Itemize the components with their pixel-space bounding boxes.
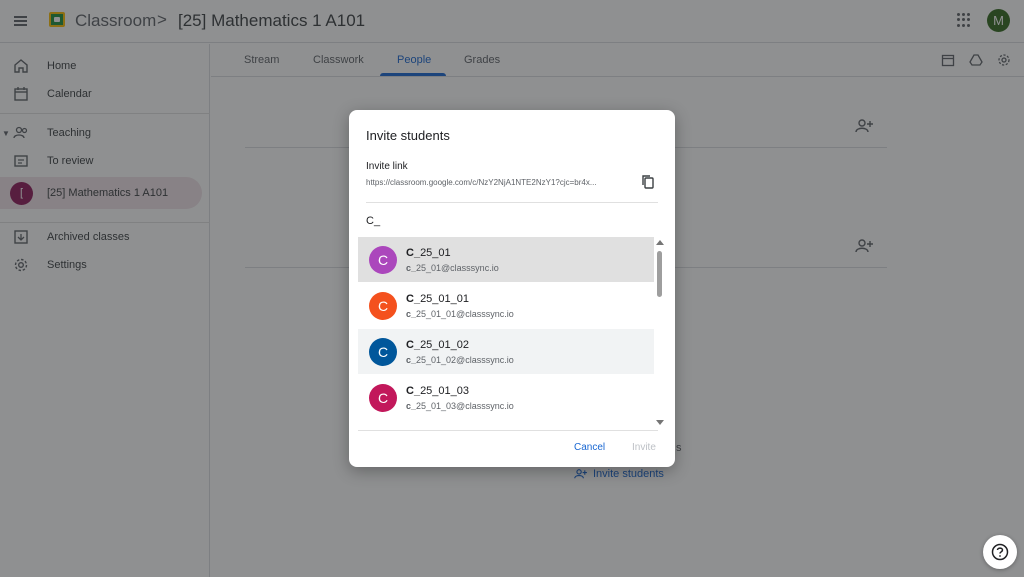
dialog-title: Invite students — [366, 128, 450, 143]
help-icon — [991, 543, 1009, 561]
email-rest: 25_01_02@classsync.io — [416, 355, 514, 365]
name-rest: 25_01_03 — [420, 385, 470, 397]
result-name: C_25_01 — [406, 247, 451, 259]
result-name: C_25_01_03 — [406, 385, 469, 397]
avatar: C — [369, 384, 397, 412]
name-match: C_ — [406, 339, 421, 351]
email-rest: 25_01_01@classsync.io — [416, 309, 514, 319]
help-button[interactable] — [983, 535, 1017, 569]
email-match: c_ — [406, 263, 417, 273]
dialog-footer-divider — [358, 430, 658, 431]
email-rest: 25_01@classsync.io — [416, 263, 499, 273]
invite-button[interactable]: Invite — [632, 442, 656, 453]
result-email: c_25_01_03@classsync.io — [406, 401, 514, 411]
avatar: C — [369, 292, 397, 320]
result-item[interactable]: C C_25_01_01 c_25_01_01@classsync.io — [358, 283, 654, 328]
name-match: C_ — [406, 247, 421, 259]
name-match: C_ — [406, 385, 421, 397]
invite-link-label: Invite link — [366, 161, 408, 172]
results-scrollbar[interactable] — [654, 237, 666, 430]
email-match: c_ — [406, 401, 417, 411]
invite-students-dialog: Invite students Invite link https://clas… — [349, 110, 675, 467]
email-match: c_ — [406, 309, 417, 319]
result-item[interactable]: C C_25_01_03 c_25_01_03@classsync.io — [358, 375, 654, 420]
name-rest: 25_01 — [420, 247, 451, 259]
dialog-divider — [366, 202, 658, 203]
search-results-list: C C_25_01 c_25_01@classsync.io C C_25_01… — [358, 237, 656, 430]
cancel-button[interactable]: Cancel — [574, 442, 605, 453]
name-match: C_ — [406, 293, 421, 305]
result-name: C_25_01_02 — [406, 339, 469, 351]
student-search-input[interactable] — [366, 211, 658, 231]
email-rest: 25_01_03@classsync.io — [416, 401, 514, 411]
scroll-up-arrow-icon[interactable] — [656, 240, 664, 245]
invite-link-url: https://classroom.google.com/c/NzY2NjA1N… — [366, 178, 597, 187]
email-match: c_ — [406, 355, 417, 365]
name-rest: 25_01_02 — [420, 339, 470, 351]
result-email: c_25_01_02@classsync.io — [406, 355, 514, 365]
scroll-down-arrow-icon[interactable] — [656, 420, 664, 425]
result-item[interactable]: C C_25_01 c_25_01@classsync.io — [358, 237, 654, 282]
result-item[interactable]: C C_25_01_02 c_25_01_02@classsync.io — [358, 329, 654, 374]
avatar: C — [369, 338, 397, 366]
result-name: C_25_01_01 — [406, 293, 469, 305]
avatar: C — [369, 246, 397, 274]
name-rest: 25_01_01 — [420, 293, 470, 305]
result-email: c_25_01_01@classsync.io — [406, 309, 514, 319]
result-email: c_25_01@classsync.io — [406, 263, 499, 273]
scroll-thumb[interactable] — [657, 251, 662, 297]
copy-link-icon[interactable] — [640, 174, 656, 190]
